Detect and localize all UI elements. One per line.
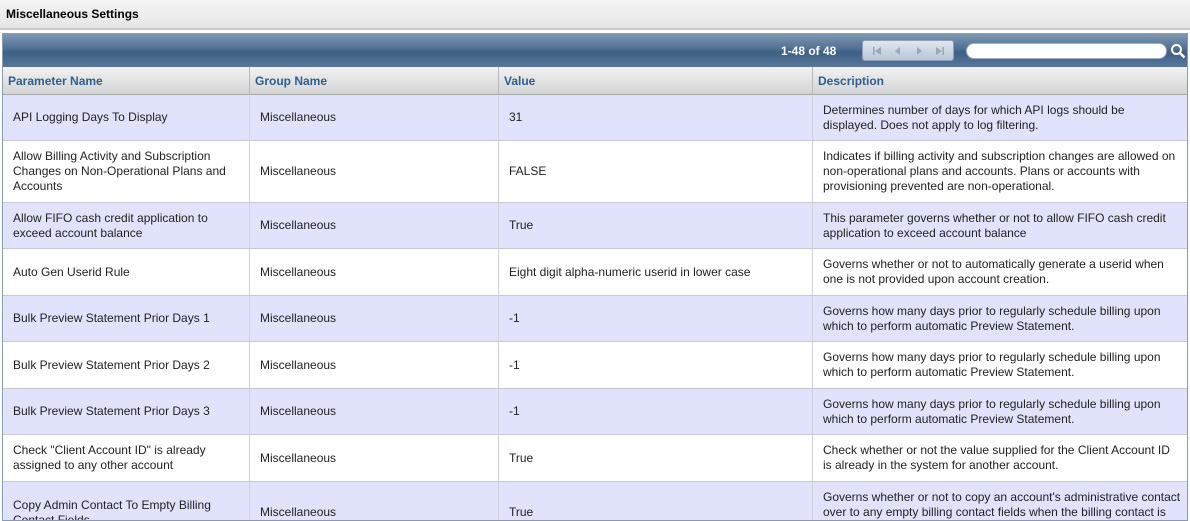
search-icon[interactable] (1170, 43, 1186, 59)
description-text: Determines number of days for which API … (823, 102, 1125, 132)
parameter-name-cell: Bulk Preview Statement Prior Days 1 (3, 296, 250, 341)
group-name-cell: Miscellaneous (250, 296, 499, 341)
description-cell: Governs whether or not to automatically … (813, 249, 1187, 295)
table-row[interactable]: Auto Gen Userid Rule Miscellaneous Eight… (3, 249, 1187, 296)
value-cell[interactable]: True (499, 482, 813, 520)
table-row[interactable]: Check "Client Account ID" is already ass… (3, 435, 1187, 482)
value-cell[interactable]: Eight digit alpha-numeric userid in lowe… (499, 249, 813, 295)
description-text: Governs how many days prior to regularly… (823, 396, 1161, 426)
table-row[interactable]: Allow FIFO cash credit application to ex… (3, 203, 1187, 249)
description-cell: Governs how many days prior to regularly… (813, 342, 1187, 388)
description-cell: Determines number of days for which API … (813, 95, 1187, 140)
table-row[interactable]: Bulk Preview Statement Prior Days 1 Misc… (3, 296, 1187, 342)
group-name-cell: Miscellaneous (250, 435, 499, 481)
description-cell: Indicates if billing activity and subscr… (813, 141, 1187, 202)
parameter-name-cell: Auto Gen Userid Rule (3, 249, 250, 295)
column-header-value[interactable]: Value (499, 67, 813, 95)
table-row[interactable]: Bulk Preview Statement Prior Days 2 Misc… (3, 342, 1187, 389)
description-cell: Check whether or not the value supplied … (813, 435, 1187, 481)
group-name-cell: Miscellaneous (250, 342, 499, 388)
previous-page-icon[interactable] (889, 43, 907, 58)
page-header: Miscellaneous Settings (0, 0, 1190, 30)
value-cell[interactable]: -1 (499, 389, 813, 434)
group-name-cell: Miscellaneous (250, 95, 499, 140)
parameter-name-cell: Bulk Preview Statement Prior Days 3 (3, 389, 250, 434)
pager (862, 40, 954, 61)
parameter-name-cell: Allow Billing Activity and Subscription … (3, 141, 250, 202)
next-page-icon[interactable] (910, 43, 928, 58)
column-header-group-name[interactable]: Group Name (250, 67, 499, 95)
description-text: Check whether or not the value supplied … (823, 443, 1170, 472)
group-name-cell: Miscellaneous (250, 203, 499, 248)
value-cell[interactable]: True (499, 435, 813, 481)
search-input[interactable] (966, 43, 1167, 59)
parameter-name-cell: Allow FIFO cash credit application to ex… (3, 203, 250, 248)
parameter-name-cell: Check "Client Account ID" is already ass… (3, 435, 250, 481)
description-cell: Governs how many days prior to regularly… (813, 389, 1187, 434)
description-text: Governs how many days prior to regularly… (823, 350, 1161, 379)
value-cell[interactable]: -1 (499, 296, 813, 341)
column-header-description[interactable]: Description (813, 67, 1187, 95)
description-text: Governs how many days prior to regularly… (823, 303, 1161, 333)
value-cell[interactable]: True (499, 203, 813, 248)
settings-grid: 1-48 of 48 Parameter Name Group Name Val… (2, 33, 1188, 521)
table-row[interactable]: Allow Billing Activity and Subscription … (3, 141, 1187, 203)
description-cell: Governs how many days prior to regularly… (813, 296, 1187, 341)
value-cell[interactable]: 31 (499, 95, 813, 140)
first-page-icon[interactable] (868, 43, 886, 58)
table-row[interactable]: Bulk Preview Statement Prior Days 3 Misc… (3, 389, 1187, 435)
value-cell[interactable]: -1 (499, 342, 813, 388)
group-name-cell: Miscellaneous (250, 249, 499, 295)
page-title: Miscellaneous Settings (6, 7, 139, 21)
group-name-cell: Miscellaneous (250, 389, 499, 434)
grid-toolbar: 1-48 of 48 (3, 34, 1187, 67)
description-text: This parameter governs whether or not to… (823, 210, 1166, 240)
parameter-name-cell: Copy Admin Contact To Empty Billing Cont… (3, 482, 250, 520)
group-name-cell: Miscellaneous (250, 482, 499, 520)
table-row[interactable]: Copy Admin Contact To Empty Billing Cont… (3, 482, 1187, 520)
description-cell: Governs whether or not to copy an accoun… (813, 482, 1187, 520)
parameter-name-cell: Bulk Preview Statement Prior Days 2 (3, 342, 250, 388)
table-row[interactable]: API Logging Days To Display Miscellaneou… (3, 95, 1187, 141)
last-page-icon[interactable] (931, 43, 949, 58)
description-text: Indicates if billing activity and subscr… (823, 149, 1176, 193)
group-name-cell: Miscellaneous (250, 141, 499, 202)
value-cell[interactable]: FALSE (499, 141, 813, 202)
description-cell: This parameter governs whether or not to… (813, 203, 1187, 248)
parameter-name-cell: API Logging Days To Display (3, 95, 250, 140)
record-count: 1-48 of 48 (781, 44, 837, 58)
description-text: Governs whether or not to automatically … (823, 257, 1164, 286)
description-text: Governs whether or not to copy an accoun… (823, 490, 1181, 519)
column-header-parameter-name[interactable]: Parameter Name (3, 67, 250, 95)
column-header-row: Parameter Name Group Name Value Descript… (3, 67, 1187, 95)
